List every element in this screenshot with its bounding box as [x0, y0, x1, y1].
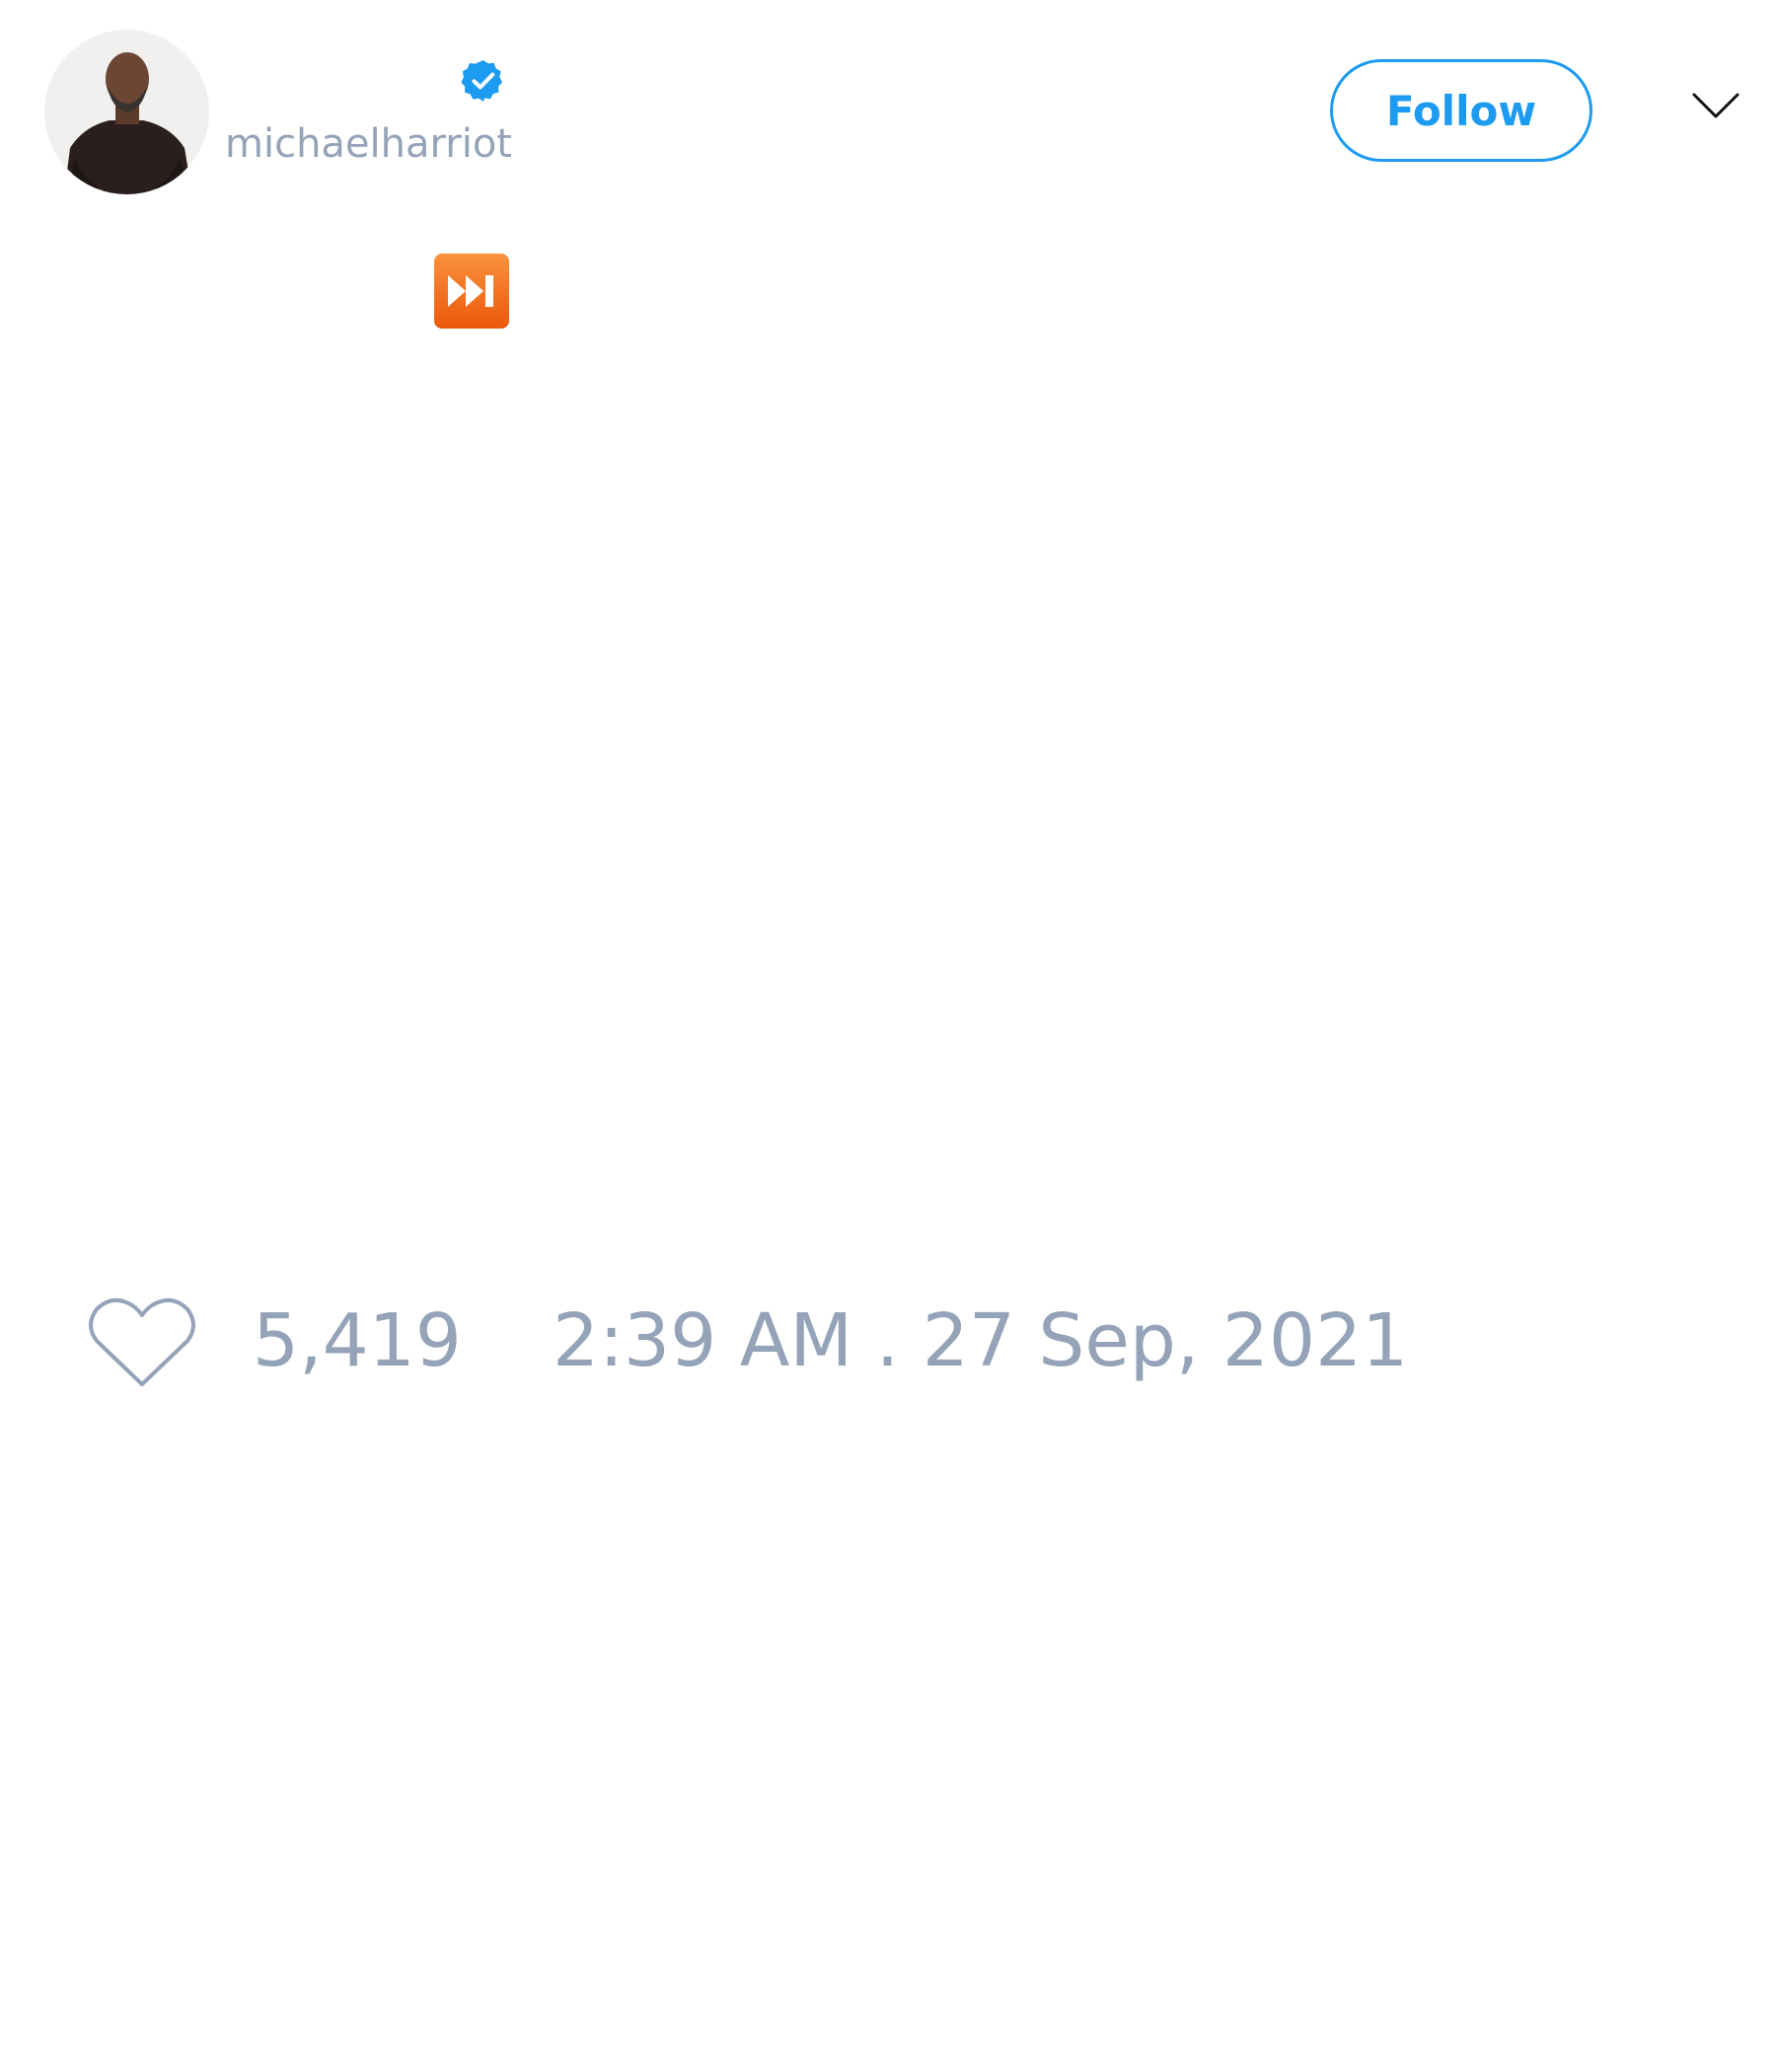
avatar-photo	[44, 30, 209, 194]
like-count: 5,419	[253, 1298, 462, 1383]
chevron-down-icon[interactable]	[1691, 91, 1740, 120]
verified-badge-icon	[461, 60, 502, 102]
heart-outline-icon[interactable]	[89, 1295, 195, 1388]
fast-forward-emoji-icon	[434, 254, 509, 329]
tweet-timestamp[interactable]: 2:39 AM . 27 Sep, 2021	[553, 1304, 1408, 1377]
user-handle[interactable]: michaelharriot	[225, 124, 512, 164]
avatar[interactable]	[44, 30, 209, 194]
follow-button[interactable]: Follow	[1330, 59, 1592, 162]
